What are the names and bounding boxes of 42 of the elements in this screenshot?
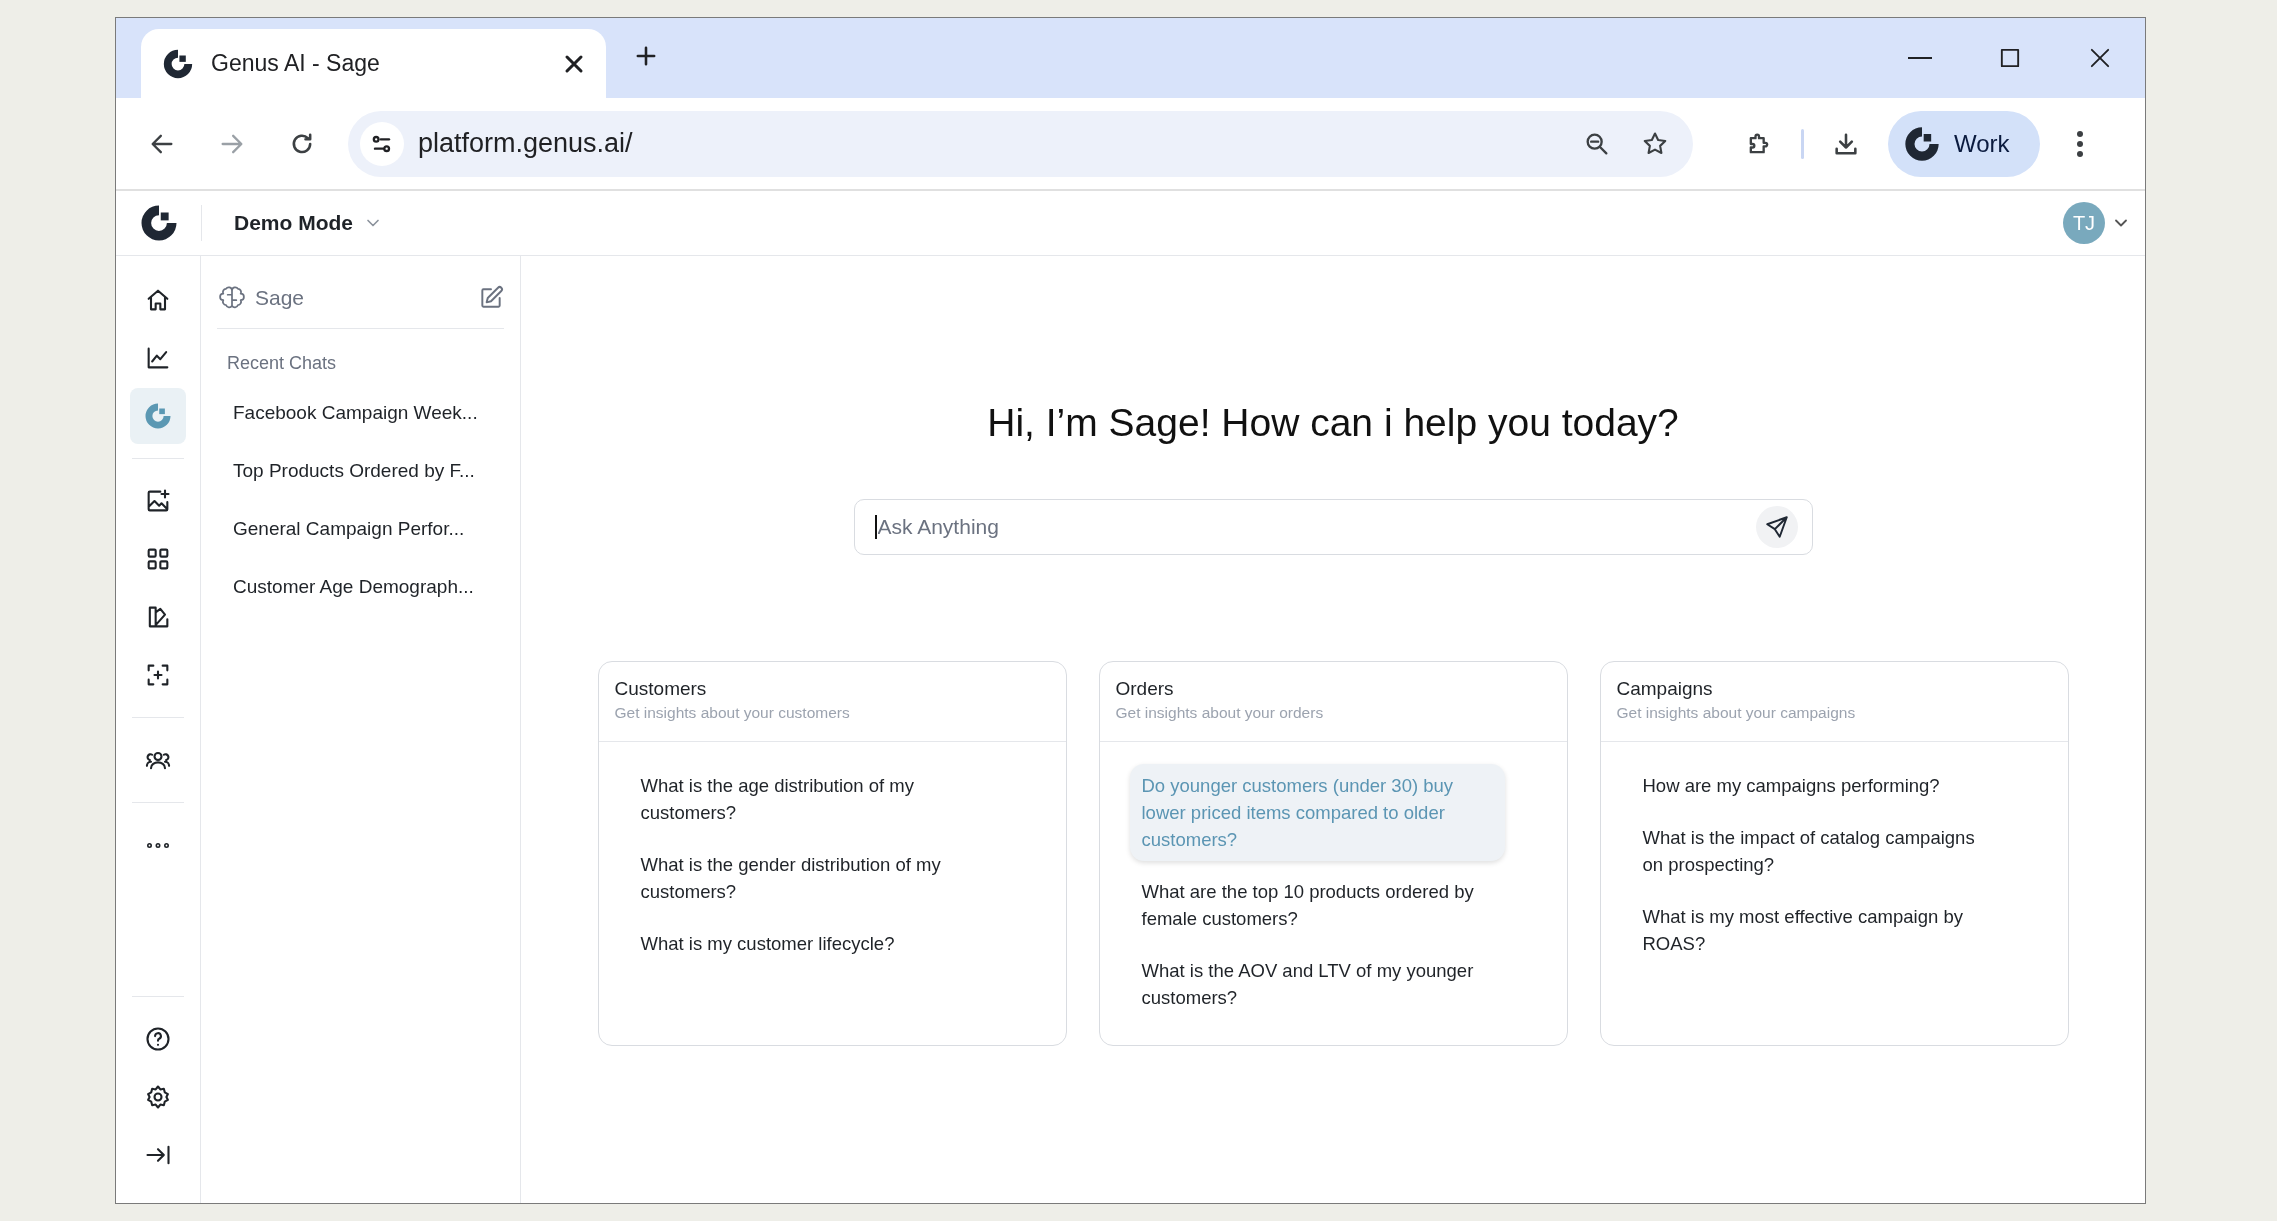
recent-chat-item[interactable]: Customer Age Demograph... [217,558,504,616]
recent-chat-item[interactable]: Facebook Campaign Week... [217,384,504,442]
tab-title: Genus AI - Sage [211,50,381,77]
brain-icon [219,285,245,311]
suggested-question[interactable]: What is my most effective campaign by ROAS? [1630,895,2006,965]
card-title: Campaigns [1616,678,1713,700]
send-button[interactable] [1755,506,1798,548]
prompt-input-box[interactable]: Ask Anything [853,499,1813,555]
more-icon [147,842,169,848]
card-subtitle: Get insights about your customers [614,704,850,722]
section-heading: Recent Chats [227,353,337,374]
url-text: platform.genus.ai/ [418,128,634,159]
user-avatar: TJ [2063,202,2105,244]
card-title: Orders [1115,678,1174,700]
settings-icon [144,1083,172,1111]
sage-logo-icon [143,401,173,431]
ask-input-field[interactable]: Ask Anything [874,515,1756,539]
suggested-question[interactable]: What is the gender distribution of my customers? [628,843,1004,913]
suggested-question[interactable]: What is the impact of catalog campaigns on prospecting? [1630,816,2006,886]
new-chat-button[interactable] [478,285,504,311]
suggested-question[interactable]: What are the top 10 products ordered by female customers? [1129,870,1505,940]
card-subtitle: Get insights about your campaigns [1616,704,1856,722]
send-icon [1763,514,1790,540]
edit-icon [478,285,504,311]
browser-tab[interactable]: Genus AI - Sage [141,29,606,98]
site-settings-button[interactable] [360,121,404,166]
profile-button[interactable]: Work [1888,110,2040,177]
suggested-question[interactable]: What is the age distribution of my customers? [628,764,1004,834]
recent-chat-item[interactable]: Top Products Ordered by F... [217,442,504,500]
recent-chat-item[interactable]: General Campaign Perfor... [217,500,504,558]
sidebar-title: Sage [255,286,306,310]
suggested-question[interactable]: What is my customer lifecycle? [628,922,1004,965]
kebab-menu-icon [2077,130,2083,157]
minimize-icon [1908,57,1932,59]
card-subtitle: Get insights about your orders [1115,704,1324,722]
greeting-heading: Hi, I’m Sage! How can i help you today? [987,401,1679,445]
help-icon [144,1025,172,1053]
card-title: Customers [614,678,707,700]
workspace-dropdown[interactable]: Demo Mode [234,211,383,235]
suggested-question[interactable]: How are my campaigns performing? [1630,764,2006,807]
suggested-question[interactable]: What is the AOV and LTV of my younger customers? [1129,949,1505,1019]
address-bar[interactable]: platform.genus.ai/ [348,110,1693,177]
